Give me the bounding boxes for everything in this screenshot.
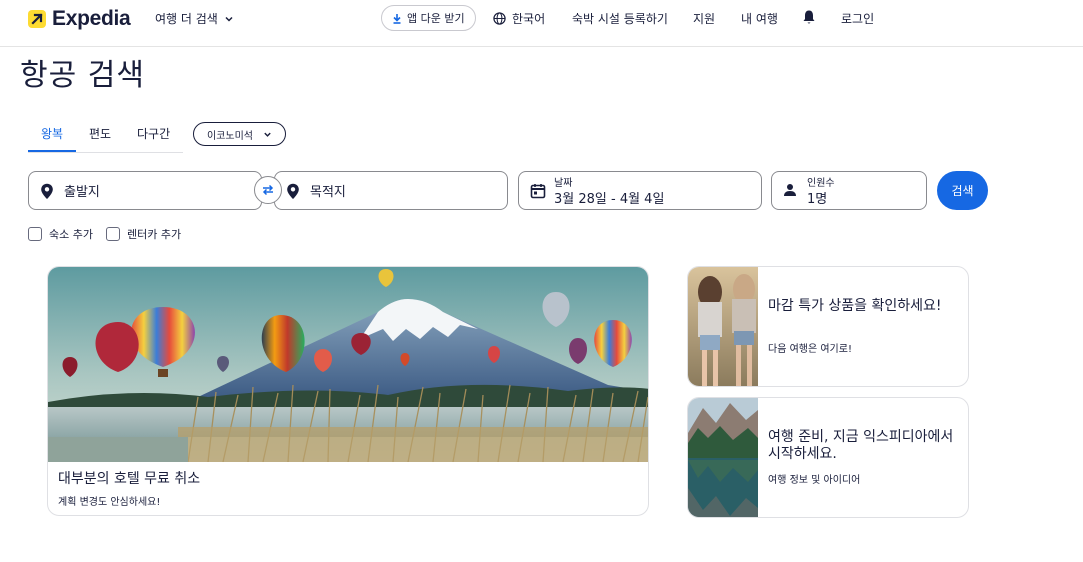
mount-fuji-balloons-image xyxy=(48,267,648,462)
dates-label: 날짜 xyxy=(554,178,573,189)
mountain-lake-image xyxy=(688,398,758,517)
hero-card-subtitle: 계획 변경도 안심하세요! xyxy=(58,497,161,508)
person-icon xyxy=(784,184,796,196)
cabin-class-value: 이코노미석 xyxy=(207,130,253,142)
deals-card-title: 마감 특가 상품을 확인하세요! xyxy=(768,298,942,314)
dates-field[interactable]: 날짜 3월 28일 - 4월 4일 xyxy=(518,171,762,210)
my-trips-label: 내 여행 xyxy=(741,12,778,26)
expedia-logo-icon xyxy=(28,10,46,28)
bell-icon xyxy=(803,10,815,24)
travelers-label: 인원수 xyxy=(807,178,835,189)
add-stay-label: 숙소 추가 xyxy=(49,228,93,241)
support-link[interactable]: 지원 xyxy=(693,10,715,27)
calendar-icon xyxy=(530,184,546,199)
support-label: 지원 xyxy=(693,12,716,26)
chevron-down-icon xyxy=(225,16,233,22)
tab-oneway[interactable]: 편도 xyxy=(89,125,111,142)
destination-field[interactable]: 목적지 xyxy=(274,171,508,210)
language-label: 한국어 xyxy=(512,12,546,26)
travel-guide-card[interactable]: 여행 준비, 지금 익스피디아에서 시작하세요. 여행 정보 및 아이디어 xyxy=(687,397,969,518)
notifications-button[interactable] xyxy=(802,9,816,25)
app-download-button[interactable]: 앱 다운 받기 xyxy=(381,5,476,31)
more-travel-label: 여행 더 검색 xyxy=(155,12,218,26)
add-stay-box[interactable] xyxy=(28,227,42,241)
swap-icon xyxy=(262,184,274,196)
login-label: 로그인 xyxy=(841,12,875,26)
active-tab-indicator xyxy=(28,150,76,152)
tab-roundtrip[interactable]: 왕복 xyxy=(41,125,63,142)
download-icon xyxy=(393,13,401,24)
free-cancellation-card[interactable]: 대부분의 호텔 무료 취소 계획 변경도 안심하세요! xyxy=(47,266,649,516)
travelers-value: 1명 xyxy=(807,192,828,207)
globe-icon xyxy=(493,12,506,25)
travelers-field[interactable]: 인원수 1명 xyxy=(771,171,927,210)
page-title: 항공 검색 xyxy=(20,58,145,93)
language-selector[interactable]: 한국어 xyxy=(493,10,545,27)
my-trips-link[interactable]: 내 여행 xyxy=(741,10,778,27)
search-button[interactable]: 검색 xyxy=(937,171,988,210)
origin-field[interactable]: 출발지 xyxy=(28,171,262,210)
add-car-box[interactable] xyxy=(106,227,120,241)
cabin-class-select[interactable]: 이코노미석 xyxy=(193,122,286,146)
more-travel-menu[interactable]: 여행 더 검색 xyxy=(155,10,234,27)
login-link[interactable]: 로그인 xyxy=(841,10,874,27)
last-minute-deals-card[interactable]: 마감 특가 상품을 확인하세요! 다음 여행은 여기로! xyxy=(687,266,969,387)
add-car-checkbox[interactable]: 렌터카 추가 xyxy=(106,226,181,242)
origin-placeholder: 출발지 xyxy=(64,185,100,200)
location-pin-icon xyxy=(287,183,299,199)
location-pin-icon xyxy=(41,183,53,199)
app-download-label: 앱 다운 받기 xyxy=(407,12,465,25)
add-stay-checkbox[interactable]: 숙소 추가 xyxy=(28,226,93,242)
chevron-down-icon xyxy=(264,132,271,137)
add-car-label: 렌터카 추가 xyxy=(127,228,182,241)
guide-card-subtitle: 여행 정보 및 아이디어 xyxy=(768,475,861,486)
deals-card-subtitle: 다음 여행은 여기로! xyxy=(768,344,852,355)
dates-value: 3월 28일 - 4월 4일 xyxy=(554,192,665,207)
expedia-logo[interactable]: Expedia xyxy=(28,7,131,30)
list-property-label: 숙박 시설 등록하기 xyxy=(572,12,668,26)
friends-walking-image xyxy=(688,267,758,386)
list-property-link[interactable]: 숙박 시설 등록하기 xyxy=(572,10,668,27)
hero-card-title: 대부분의 호텔 무료 취소 xyxy=(58,471,201,487)
destination-placeholder: 목적지 xyxy=(310,185,346,200)
guide-card-title: 여행 준비, 지금 익스피디아에서 시작하세요. xyxy=(768,429,954,462)
tab-multicity[interactable]: 다구간 xyxy=(137,125,170,142)
swap-locations-button[interactable] xyxy=(254,176,282,204)
top-nav: Expedia 여행 더 검색 앱 다운 받기 한국어 숙박 시설 등록하기 지… xyxy=(0,0,1083,47)
trip-type-tabs: 왕복 편도 다구간 xyxy=(28,118,183,153)
logo-text: Expedia xyxy=(52,7,131,30)
